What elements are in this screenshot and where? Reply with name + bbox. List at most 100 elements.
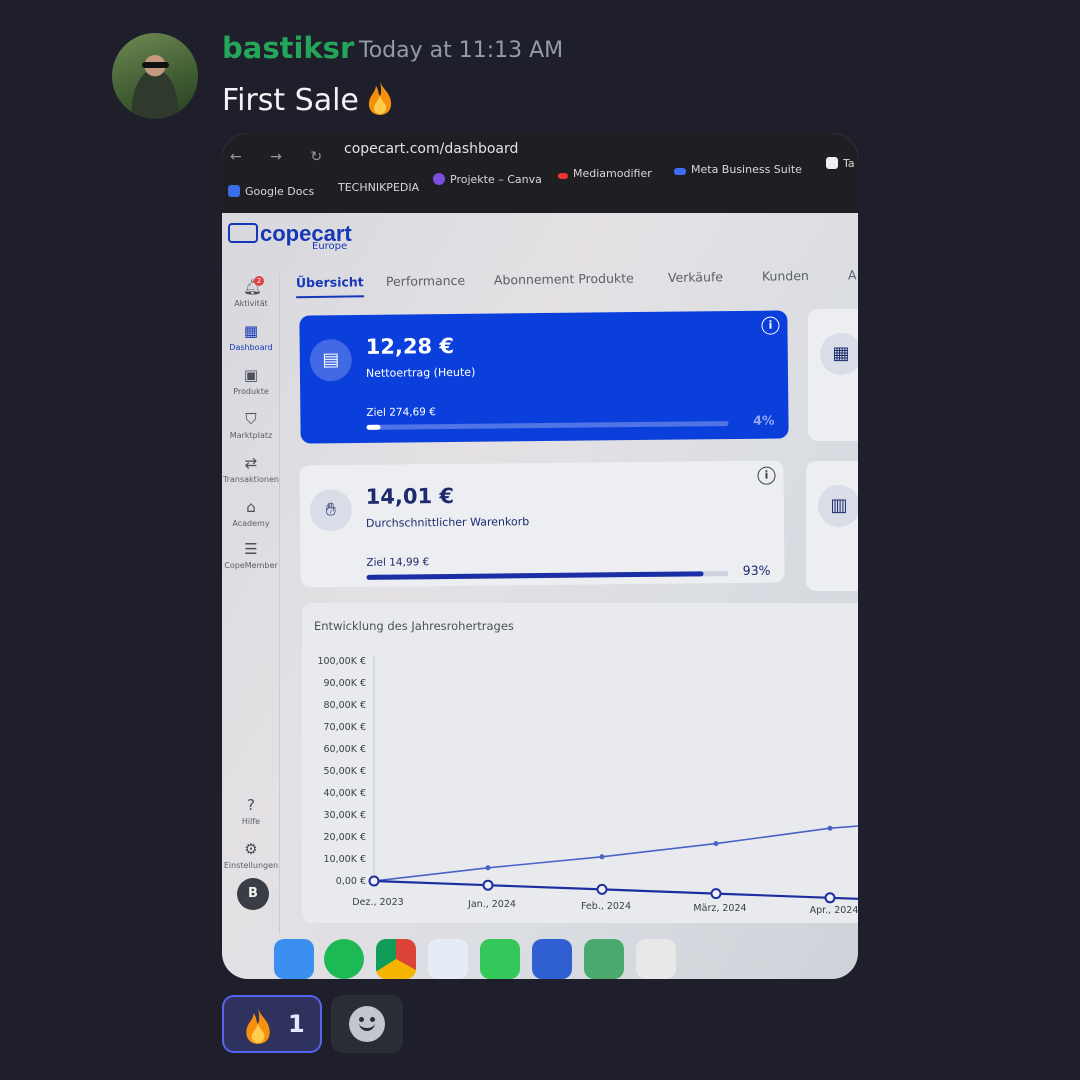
- maps-icon[interactable]: [584, 939, 624, 979]
- net-revenue-card: ▤ i 12,28 € Nettoertrag (Heute) Ziel 274…: [299, 310, 789, 444]
- notification-badge: 2: [254, 276, 264, 286]
- net-revenue-percent: 4%: [753, 412, 775, 428]
- sidebar-item-label: Marktplatz: [229, 431, 273, 440]
- app-icon[interactable]: [532, 939, 572, 979]
- y-tick-label: 80,00K €: [324, 700, 367, 711]
- fire-reaction[interactable]: 1: [222, 995, 322, 1053]
- arrows-icon: ⇄: [244, 454, 258, 472]
- progress-fill: [366, 424, 382, 430]
- box-icon: ▣: [243, 366, 259, 384]
- messages-icon[interactable]: [480, 939, 520, 979]
- bookmark: Projekte – Canva: [433, 173, 542, 186]
- sidebar: 🔔︎ 2 Aktivität ▦ Dashboard ▣ Produkte ⛉ Markt…: [222, 273, 280, 933]
- bookmark-label: Meta Business Suite: [691, 163, 802, 176]
- user-avatar[interactable]: B: [237, 878, 269, 910]
- bookmark: Google Docs: [228, 185, 314, 198]
- sidebar-item-label: Einstellungen: [223, 861, 279, 870]
- finder-icon[interactable]: [274, 939, 314, 979]
- username[interactable]: bastiksr: [222, 31, 354, 65]
- data-point: [599, 854, 605, 860]
- macos-dock: [262, 939, 858, 979]
- bookmark: Mediamodifier: [558, 167, 652, 180]
- url-bar: copecart.com/dashboard: [344, 141, 519, 157]
- avg-cart-percent: 93%: [742, 562, 771, 578]
- data-point: [713, 841, 719, 847]
- meta-icon: [674, 168, 686, 175]
- avatar[interactable]: [112, 33, 198, 119]
- cart-icon: [228, 223, 258, 243]
- attached-photo[interactable]: ← → ↻ copecart.com/dashboard Google Docs…: [222, 133, 858, 979]
- info-icon[interactable]: i: [757, 466, 776, 485]
- message-text-content: First Sale: [222, 83, 359, 118]
- reaction-count: 1: [288, 1010, 305, 1038]
- sidebar-item-aktivitaet[interactable]: 🔔︎ 2 Aktivität: [222, 276, 280, 308]
- data-point: [710, 888, 722, 900]
- docs-icon: [228, 185, 240, 197]
- sidebar-item-dashboard[interactable]: ▦ Dashboard: [222, 323, 280, 352]
- dashboard-screen: ← → ↻ copecart.com/dashboard Google Docs…: [222, 133, 858, 979]
- sidebar-item-einstellungen[interactable]: ⚙ Einstellungen: [222, 841, 280, 870]
- sidebar-item-produkte[interactable]: ▣ Produkte: [222, 367, 280, 396]
- sidebar-item-label: Produkte: [233, 387, 269, 396]
- bookmarks-bar: Google Docs TECHNIKPEDIA Projekte – Canv…: [228, 157, 858, 213]
- browser-nav-icons: ← → ↻: [230, 149, 335, 165]
- calendar-icon: ▦: [820, 333, 858, 375]
- info-icon[interactable]: i: [761, 316, 780, 335]
- tab-abonnement-produkte[interactable]: Abonnement Produkte: [494, 270, 634, 287]
- receipt-icon: ▥: [818, 485, 858, 527]
- kpi-card-partial: ▦: [808, 309, 858, 441]
- message-text: First Sale: [222, 80, 395, 118]
- tab-kunden[interactable]: Kunden: [762, 268, 809, 284]
- tab-uebersicht[interactable]: Übersicht: [295, 274, 364, 299]
- data-point: [368, 875, 380, 887]
- sidebar-item-label: Aktivität: [234, 299, 268, 308]
- mediamodifier-icon: [558, 173, 568, 179]
- graduation-icon: ⌂: [246, 498, 256, 516]
- data-point: [827, 825, 833, 831]
- x-tick-label: Feb., 2024: [581, 901, 631, 912]
- bookmark-label: Google Docs: [245, 185, 315, 198]
- net-revenue-label: Nettoertrag (Heute): [365, 365, 476, 380]
- avg-cart-progress: [366, 571, 729, 580]
- tab-more[interactable]: A: [848, 267, 857, 282]
- brand-subtitle: Europe: [312, 241, 348, 252]
- fire-icon: [368, 81, 392, 115]
- y-tick-label: 0,00 €: [336, 876, 366, 887]
- x-tick-label: Apr., 2024: [810, 905, 858, 916]
- y-tick-label: 90,00K €: [324, 678, 367, 689]
- basket-icon: ⛉: [245, 410, 257, 428]
- safari-icon[interactable]: [428, 939, 468, 979]
- chrome-icon[interactable]: [376, 939, 416, 979]
- fire-icon: [246, 1008, 270, 1044]
- bookmark-icon: [826, 157, 838, 169]
- hand-cash-icon: ✋︎: [309, 488, 353, 532]
- tab-performance[interactable]: Performance: [386, 273, 465, 289]
- sidebar-item-label: Hilfe: [241, 817, 261, 826]
- bookmark-label: Mediamodifier: [573, 167, 652, 180]
- progress-fill: [366, 571, 704, 580]
- tab-verkaeufe[interactable]: Verkäufe: [668, 269, 723, 285]
- sidebar-item-transaktionen[interactable]: ⇄ Transaktionen: [222, 455, 280, 484]
- browser-bar: ← → ↻ copecart.com/dashboard Google Docs…: [222, 133, 858, 213]
- sidebar-item-copemember[interactable]: ☰ CopeMember: [222, 541, 280, 570]
- sidebar-item-label: Dashboard: [229, 343, 273, 352]
- sidebar-item-hilfe[interactable]: ? Hilfe: [222, 797, 280, 826]
- y-tick-label: 40,00K €: [324, 788, 367, 799]
- y-tick-label: 30,00K €: [324, 810, 367, 821]
- x-tick-label: Dez., 2023: [352, 897, 403, 908]
- avg-cart-card: ✋︎ i 14,01 € Durchschnittlicher Warenkor…: [299, 460, 785, 588]
- help-icon: ?: [247, 796, 255, 814]
- sidebar-item-marktplatz[interactable]: ⛉ Marktplatz: [222, 411, 280, 440]
- data-point: [482, 879, 494, 891]
- avg-cart-goal: Ziel 14,99 €: [366, 556, 430, 569]
- app-icon[interactable]: [636, 939, 676, 979]
- series-line: [373, 825, 858, 882]
- grid-icon: ▦: [243, 322, 259, 340]
- spotify-icon[interactable]: [324, 939, 364, 979]
- revenue-chart: 100,00K € 90,00K € 80,00K € 70,00K € 60,00K …: [317, 655, 858, 916]
- add-reaction-button[interactable]: [331, 995, 403, 1053]
- sidebar-item-label: Transaktionen: [223, 475, 279, 484]
- sidebar-item-academy[interactable]: ⌂ Academy: [222, 499, 280, 528]
- series-line: [373, 879, 858, 900]
- bookmark: Ta: [826, 157, 855, 170]
